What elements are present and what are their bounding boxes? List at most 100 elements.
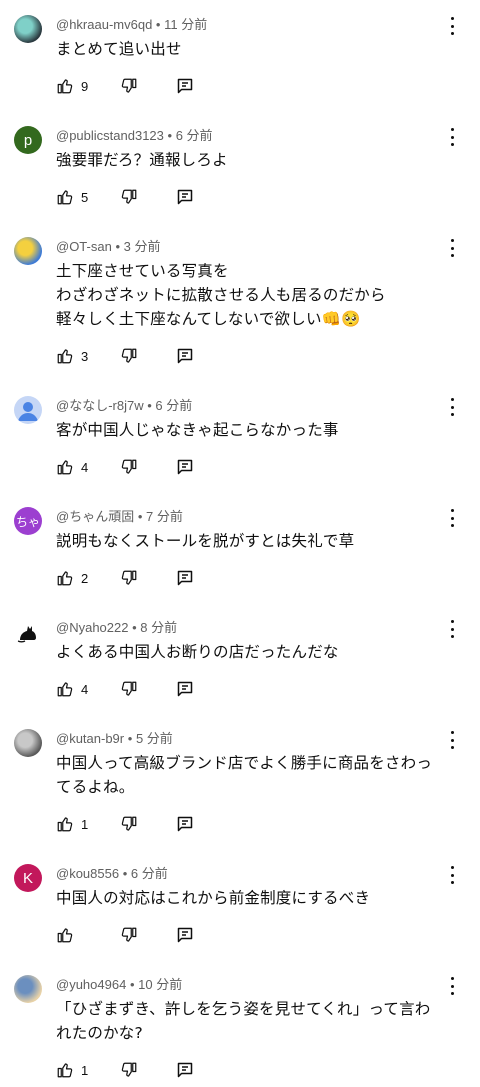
cat-icon (17, 626, 36, 643)
more-vert-icon[interactable] (444, 239, 460, 257)
comment-time: 11 分前 (164, 17, 208, 32)
dislike-button[interactable] (120, 1059, 138, 1081)
comment-text-line: れたのかな? (56, 1024, 143, 1042)
comment-meta: @ちゃん頑固 • 7 分前 (56, 506, 183, 525)
like-button[interactable]: 3 (56, 345, 88, 367)
reply-comment-icon (177, 78, 193, 95)
comment-text: よくある中国人お断りの店だったんだな (56, 640, 452, 664)
dislike-button[interactable] (120, 678, 138, 700)
reply-button[interactable] (177, 813, 193, 835)
author-handle[interactable]: @yuho4964 (56, 977, 126, 992)
comment-text: 客が中国人じゃなきゃ起こらなかった事 (56, 418, 452, 442)
thumb-down-icon (120, 188, 138, 206)
like-button[interactable]: 5 (56, 186, 88, 208)
comment-time: 5 分前 (135, 731, 173, 746)
thumb-up-icon (56, 926, 74, 944)
avatar[interactable] (14, 975, 42, 1003)
dislike-button[interactable] (120, 813, 138, 835)
comment-time: 6 分前 (130, 866, 168, 881)
reply-comment-icon (177, 570, 193, 587)
avatar[interactable] (14, 396, 42, 424)
like-count: 4 (81, 681, 89, 697)
like-button[interactable]: 4 (56, 678, 88, 700)
like-button[interactable] (56, 924, 74, 946)
like-count: 5 (81, 189, 89, 205)
reply-button[interactable] (177, 186, 193, 208)
reply-button[interactable] (177, 924, 193, 946)
more-vert-icon[interactable] (444, 731, 460, 749)
more-vert-icon[interactable] (444, 977, 460, 995)
comment-text-line: 強要罪だろ？通報しろよ (56, 151, 228, 169)
meta-separator: • (155, 17, 161, 32)
author-handle[interactable]: @hkraau-mv6qd (56, 17, 152, 32)
dislike-button[interactable] (120, 345, 138, 367)
meta-separator: • (137, 509, 143, 524)
reply-comment-icon (177, 681, 193, 698)
avatar[interactable]: K (14, 864, 42, 892)
more-vert-icon[interactable] (444, 866, 460, 884)
thumb-up-icon (56, 680, 74, 698)
comment-actions: 9 (56, 75, 216, 99)
author-handle[interactable]: @ななし-r8j7w (56, 398, 144, 413)
avatar[interactable] (14, 729, 42, 757)
comment-text: 強要罪だろ？通報しろよ (56, 148, 452, 172)
avatar[interactable]: p (14, 126, 42, 154)
dislike-button[interactable] (120, 456, 138, 478)
avatar-letter: p (23, 131, 33, 149)
more-vert-icon[interactable] (444, 17, 460, 35)
comment-text: 説明もなくストールを脱がすとは失礼で草 (56, 529, 452, 553)
author-handle[interactable]: @ちゃん頑固 (56, 509, 134, 524)
like-button[interactable]: 1 (56, 1059, 88, 1081)
like-count: 3 (81, 348, 89, 364)
dislike-button[interactable] (120, 567, 138, 589)
comment-meta: @yuho4964 • 10 分前 (56, 974, 182, 993)
like-button[interactable]: 1 (56, 813, 88, 835)
reply-comment-icon (177, 459, 193, 476)
reply-button[interactable] (177, 567, 193, 589)
reply-comment-icon (177, 816, 193, 833)
avatar[interactable] (14, 15, 42, 43)
comment-text-line: まとめて追い出せ (56, 40, 182, 58)
comment-actions: 5 (56, 186, 216, 210)
comment-text: まとめて追い出せ (56, 37, 452, 61)
comment-time: 8 分前 (140, 620, 178, 635)
avatar[interactable]: ちゃ (14, 507, 42, 535)
comment-time: 7 分前 (146, 509, 183, 524)
avatar[interactable] (14, 618, 42, 646)
like-button[interactable]: 4 (56, 456, 88, 478)
dislike-button[interactable] (120, 186, 138, 208)
more-vert-icon[interactable] (444, 620, 460, 638)
avatar-letter: K (22, 869, 33, 887)
author-handle[interactable]: @kou8556 (56, 866, 119, 881)
author-handle[interactable]: @publicstand3123 (56, 128, 164, 143)
thumb-up-icon (56, 815, 74, 833)
comment-text: 中国人の対応はこれから前金制度にするべき (56, 886, 452, 910)
meta-separator: • (115, 239, 121, 254)
comment-actions (56, 924, 216, 948)
author-handle[interactable]: @OT-san (56, 239, 112, 254)
reply-button[interactable] (177, 1059, 193, 1081)
reply-comment-icon (177, 348, 193, 365)
reply-button[interactable] (177, 345, 193, 367)
more-vert-icon[interactable] (444, 128, 460, 146)
author-handle[interactable]: @Nyaho222 (56, 620, 128, 635)
reply-button[interactable] (177, 75, 193, 97)
like-button[interactable]: 2 (56, 567, 88, 589)
reply-button[interactable] (177, 456, 193, 478)
more-vert-icon[interactable] (444, 398, 460, 416)
thumb-up-icon (56, 569, 74, 587)
like-count: 1 (81, 1062, 89, 1078)
more-vert-icon[interactable] (444, 509, 460, 527)
meta-separator: • (127, 731, 133, 746)
comment-time: 3 分前 (123, 239, 161, 254)
like-button[interactable]: 9 (56, 75, 88, 97)
reply-button[interactable] (177, 678, 193, 700)
dislike-button[interactable] (120, 924, 138, 946)
reply-comment-icon (177, 1062, 193, 1079)
meta-separator: • (167, 128, 173, 143)
author-handle[interactable]: @kutan-b9r (56, 731, 124, 746)
comment-time: 6 分前 (155, 398, 193, 413)
avatar[interactable] (14, 237, 42, 265)
dislike-button[interactable] (120, 75, 138, 97)
comment-meta: @hkraau-mv6qd • 11 分前 (56, 14, 207, 33)
